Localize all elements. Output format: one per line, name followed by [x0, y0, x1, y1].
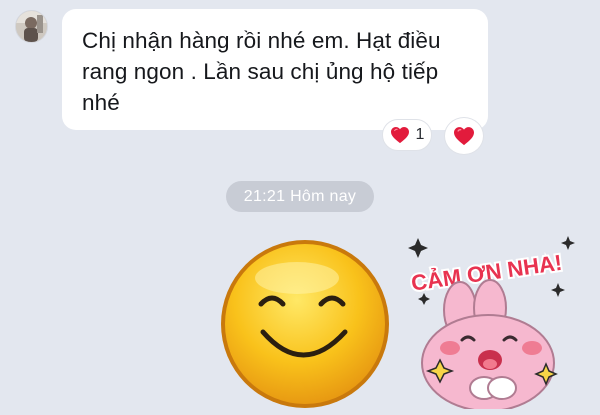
message-bubble[interactable]: Chị nhận hàng rồi nhé em. Hạt điều rang … — [62, 9, 488, 130]
avatar-photo — [16, 11, 47, 42]
message-text: Chị nhận hàng rồi nhé em. Hạt điều rang … — [82, 25, 468, 118]
sender-avatar[interactable] — [15, 10, 48, 43]
reaction-count: 1 — [415, 126, 425, 143]
reaction-summary[interactable]: 1 — [382, 119, 432, 151]
message-line: Chị nhận hàng rồi nhé em. Hạt điều — [82, 28, 441, 53]
heart-icon — [390, 126, 409, 144]
smiley-sticker[interactable] — [219, 238, 391, 410]
timestamp-text: 21:21 Hôm nay — [243, 187, 357, 205]
message-line: nhé — [82, 90, 120, 115]
smiley-face-icon — [221, 240, 389, 408]
thank-you-sticker[interactable]: CẢM ƠN NHA! — [398, 228, 600, 412]
message-line: rang ngon . Lần sau chị ủng hộ tiếp — [82, 59, 439, 84]
bunny-thank-you-icon: CẢM ƠN NHA! — [408, 236, 575, 412]
heart-icon — [454, 127, 474, 146]
timestamp-divider: 21:21 Hôm nay — [226, 181, 374, 212]
react-button[interactable] — [444, 117, 484, 155]
